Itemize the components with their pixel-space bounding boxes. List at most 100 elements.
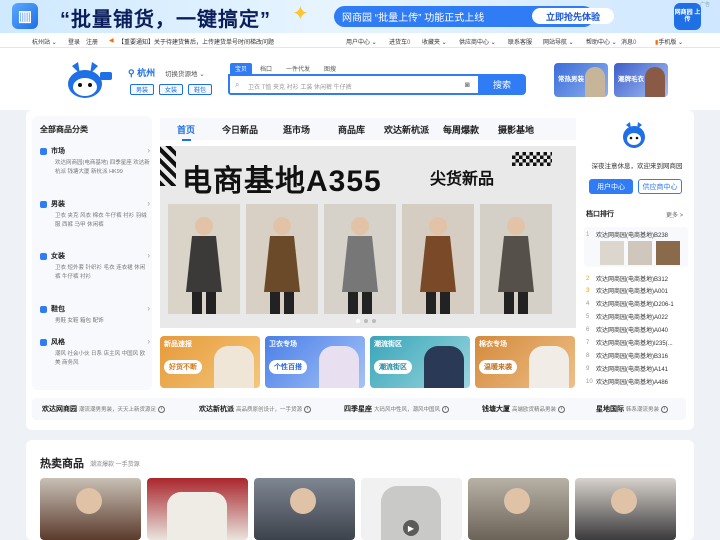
product-card[interactable]: ▶ <box>361 478 462 540</box>
city-tag-shoes-bags[interactable]: 鞋包 <box>188 84 212 95</box>
rank-thumb <box>628 241 652 265</box>
ranking-item[interactable]: 10 欢达网商园(电商基地)A486 <box>586 376 686 387</box>
category-sub[interactable]: 卫衣 夹克 风衣 棉衣 牛仔裤 衬衫 羽绒服 西裤 马甲 休闲裤 <box>55 212 150 230</box>
rank-number: 10 <box>586 378 593 385</box>
notice-link[interactable]: 【重要通知】关于待建货售后，上传建货单号时间梯改问题 <box>118 37 274 46</box>
model-figure <box>480 204 552 314</box>
register-link[interactable]: 注册 <box>86 37 98 46</box>
category-sub[interactable]: 卫衣 短外套 针织衫 毛衣 连衣裙 休闲裤 牛仔裤 衬衫 <box>55 264 150 282</box>
ranking-item[interactable]: 6 欢达网商园(电商基地)A040 <box>586 324 686 335</box>
market-name: 欢达新杭派 <box>199 406 234 413</box>
ad-pill: 个性百搭 <box>269 360 307 374</box>
search-tab-image[interactable]: 图搜 <box>320 63 340 74</box>
hot-products-title: 热卖商品 <box>40 458 84 470</box>
city-tag-womenswear[interactable]: 女装 <box>159 84 183 95</box>
tab-product-library[interactable]: 商品库 <box>338 123 365 136</box>
market-link[interactable]: 星地国际 韩系潮流男装 › <box>596 404 668 414</box>
ad-new-arrivals[interactable]: 新品速报 好货不断 <box>160 336 260 388</box>
ad-cotton-coats[interactable]: 棉衣专场 温暖来袭 <box>475 336 575 388</box>
login-link[interactable]: 登录 <box>68 37 80 46</box>
market-link[interactable]: 欢达网商园 潮流潮男男装，天天上新货源足 › <box>42 404 165 414</box>
cart-link[interactable]: 进货车0 <box>389 37 410 46</box>
tab-xinhangpai[interactable]: 欢达新杭派 <box>384 123 429 136</box>
favorites-menu[interactable]: 收藏夹 ⌄ <box>422 37 447 46</box>
tab-markets[interactable]: 逛市场 <box>283 123 310 136</box>
promo-menswear[interactable]: 常热男装 <box>554 63 608 97</box>
city-name: 杭州 <box>137 68 156 78</box>
tab-home[interactable]: 首页 <box>177 123 195 141</box>
category-sub[interactable]: 潮风 社会小伙 日系 店主风 中国风 欧美 商务风 <box>55 350 150 368</box>
category-shoes-bags[interactable]: 鞋包 男鞋 女鞋 箱包 配饰 › <box>40 304 150 326</box>
market-link[interactable]: 欢达新杭派 高品质原创设计，一手货源 › <box>199 404 311 414</box>
market-link[interactable]: 四季星座 大码风中性风，潮风中国风 › <box>344 404 449 414</box>
welcome-text: 深夜注意休息，欢迎来到网商园 <box>591 163 683 170</box>
market-name: 星地国际 <box>596 406 624 413</box>
category-sub[interactable]: 男鞋 女鞋 箱包 配饰 <box>55 317 150 326</box>
location-pin-icon: ⚲ <box>128 68 138 78</box>
ad-model-image <box>214 346 254 388</box>
supplier-center-menu[interactable]: 供应商中心 ⌄ <box>459 37 496 46</box>
search-tab-dropship[interactable]: 一件代发 <box>283 63 313 74</box>
supplier-center-button[interactable]: 供应商中心 <box>638 179 682 194</box>
product-card[interactable] <box>40 478 141 540</box>
category-market[interactable]: 市场 欢达网商园(电商基地) 四季星座 欢达新杭派 钱塘大厦 新杭派 HK99 … <box>40 146 150 177</box>
banner-slogan: “批量铺货，一键搞定” <box>60 9 271 31</box>
ranking-item[interactable]: 1 欢达网商园(电商基地)B238 <box>586 229 686 240</box>
switch-source-dropdown[interactable]: 切换货源地 ⌄ <box>165 68 205 78</box>
carousel-dots[interactable] <box>355 318 385 324</box>
tab-photo-studio[interactable]: 摄影基地 <box>498 123 534 136</box>
contact-service-link[interactable]: 联系客服 <box>508 37 532 46</box>
arrow-right-icon: › <box>303 405 311 413</box>
user-center-menu[interactable]: 用户中心 ⌄ <box>346 37 377 46</box>
promo-sweater[interactable]: 潮牌毛衣 <box>614 63 668 97</box>
city-location[interactable]: ⚲ 杭州 <box>128 66 155 79</box>
search-button[interactable]: 搜索 <box>478 74 526 95</box>
category-title: 全部商品分类 <box>40 125 88 134</box>
market-name: 四季星座 <box>344 406 372 413</box>
camera-icon[interactable]: ◙ <box>465 80 470 89</box>
ranking-item[interactable]: 3 欢达网商园(电商基地)A001 <box>586 285 686 296</box>
help-center-menu[interactable]: 帮助中心 ⌄ <box>586 37 617 46</box>
ad-hoodies[interactable]: 卫衣专场 个性百搭 <box>265 336 365 388</box>
category-womenswear[interactable]: 女装 卫衣 短外套 针织衫 毛衣 连衣裙 休闲裤 牛仔裤 衬衫 › <box>40 251 150 282</box>
site-nav-menu[interactable]: 网站导航 ⌄ <box>543 37 574 46</box>
rank-name: 欢达网商园(电商基地)A001 <box>596 289 669 295</box>
product-card[interactable] <box>147 478 248 540</box>
sparkle-icon: ✦ <box>292 3 309 25</box>
ranking-more-link[interactable]: 更多 > <box>666 210 683 219</box>
try-now-button[interactable]: 立即抢先体验 <box>532 8 614 24</box>
market-link[interactable]: 钱塘大厦 高端欧货精品男装 › <box>482 404 565 414</box>
category-menswear[interactable]: 男装 卫衣 夹克 风衣 棉衣 牛仔裤 衬衫 羽绒服 西裤 马甲 休闲裤 › <box>40 199 150 230</box>
search-tab-items[interactable]: 宝贝 <box>230 63 252 74</box>
messages-link[interactable]: 消息0 <box>621 37 636 46</box>
message-count: 0 <box>633 40 637 46</box>
mobile-label: 手机版 ⌄ <box>658 40 684 46</box>
product-card[interactable] <box>468 478 569 540</box>
city-tag-menswear[interactable]: 男装 <box>130 84 154 95</box>
category-style[interactable]: 风格 潮风 社会小伙 日系 店主风 中国风 欧美 商务风 › <box>40 337 150 368</box>
station-selector[interactable]: 杭州站 ⌄ <box>32 37 57 46</box>
rank-name: 欢达网商园(电商基地)A022 <box>596 315 669 321</box>
ranking-item[interactable]: 9 欢达网商园(电商基地)A141 <box>586 363 686 374</box>
product-card[interactable] <box>254 478 355 540</box>
ranking-item[interactable]: 8 欢达网商园(电商基地)B316 <box>586 350 686 361</box>
ranking-item[interactable]: 2 欢达网商园(电商基地)B312 <box>586 273 686 284</box>
rank-name: 欢达网商园(电商基地)D206-1 <box>596 302 674 308</box>
category-name: 男装 <box>51 201 65 208</box>
category-sub[interactable]: 欢达网商园(电商基地) 四季星座 欢达新杭派 钱塘大厦 新杭派 HK99 <box>55 159 150 177</box>
tab-new-today[interactable]: 今日新品 <box>222 123 258 136</box>
tab-weekly-hits[interactable]: 每周爆款 <box>443 123 479 136</box>
search-icon: ⌕ <box>235 80 240 89</box>
hero-model-photo <box>480 204 552 314</box>
video-play-icon[interactable]: ▶ <box>403 520 419 536</box>
ranking-item[interactable]: 4 欢达网商园(电商基地)D206-1 <box>586 298 686 309</box>
ad-street-trend[interactable]: 潮流街区 潮流街区 <box>370 336 470 388</box>
search-tab-stalls[interactable]: 档口 <box>256 63 276 74</box>
user-center-button[interactable]: 用户中心 <box>589 179 633 194</box>
ranking-item[interactable]: 7 欢达网商园(电商基地)I235(... <box>586 337 686 348</box>
mobile-version-link[interactable]: ▮手机版 ⌄ <box>655 37 683 46</box>
ad-label: 卫衣专场 <box>269 341 297 348</box>
chevron-right-icon: › <box>147 337 150 346</box>
product-card[interactable] <box>575 478 676 540</box>
ranking-item[interactable]: 5 欢达网商园(电商基地)A022 <box>586 311 686 322</box>
